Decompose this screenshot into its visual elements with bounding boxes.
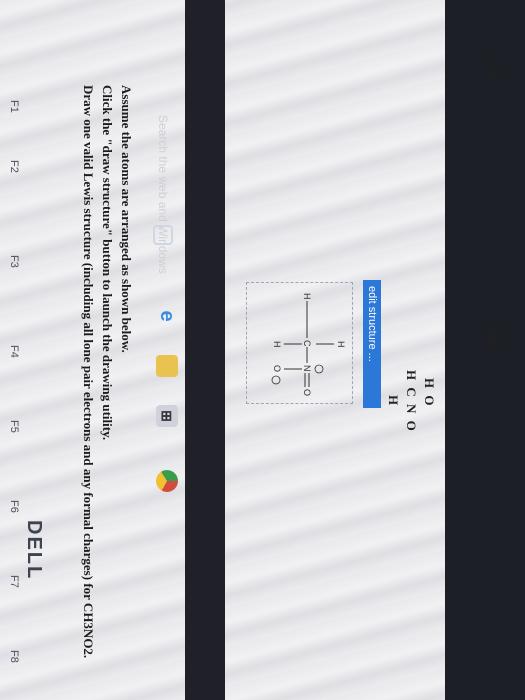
atom-h-top: H bbox=[336, 341, 346, 348]
key-f7: F7 bbox=[8, 575, 20, 588]
atom-o-right: O bbox=[302, 389, 312, 396]
taskbar-search-box[interactable]: Search the web and Windows bbox=[156, 115, 170, 274]
store-icon[interactable]: ⊞ bbox=[156, 405, 178, 427]
req-tab[interactable]: Req bbox=[488, 60, 500, 80]
atom-arrangement-bottom: H O bbox=[422, 378, 437, 408]
atom-arrangement-middle: H C N O bbox=[404, 370, 419, 433]
instruction-line-1: Click the "draw structure" button to lau… bbox=[100, 85, 115, 441]
structure-preview: H H C N O H O bbox=[246, 282, 353, 404]
edit-structure-button[interactable]: edit structure ... bbox=[363, 280, 381, 408]
key-f6: F6 bbox=[8, 500, 20, 513]
key-f5: F5 bbox=[8, 420, 20, 433]
key-f2: F2 bbox=[8, 160, 20, 173]
dell-logo: DELL bbox=[23, 520, 45, 581]
task-view-icon[interactable] bbox=[153, 225, 173, 245]
key-f4: F4 bbox=[8, 345, 20, 358]
laptop-screen-photo: Click the "draw structure" button to lau… bbox=[0, 0, 525, 700]
key-f3: F3 bbox=[8, 255, 20, 268]
atom-n: N bbox=[302, 365, 312, 372]
guide-tab[interactable]: Guide bbox=[488, 325, 500, 354]
key-f1: F1 bbox=[8, 100, 20, 113]
instruction-line-3: Assume the atoms are arranged as shown b… bbox=[119, 85, 134, 353]
atom-h-left: H bbox=[302, 293, 312, 300]
lewis-structure-drawing: H H C N O H O bbox=[271, 293, 346, 396]
rotated-content: Click the "draw structure" button to lau… bbox=[0, 0, 445, 700]
atom-h-bottom: H bbox=[272, 341, 282, 348]
chrome-icon[interactable] bbox=[156, 470, 178, 492]
atom-o-bottom: O bbox=[272, 365, 282, 372]
key-f8: F8 bbox=[8, 650, 20, 663]
atom-arrangement-top: H bbox=[386, 395, 401, 406]
instruction-line-2: Draw one valid Lewis structure (includin… bbox=[81, 85, 96, 659]
file-explorer-icon[interactable] bbox=[156, 355, 178, 377]
atom-c: C bbox=[302, 340, 312, 347]
edge-icon[interactable]: e bbox=[156, 305, 179, 327]
